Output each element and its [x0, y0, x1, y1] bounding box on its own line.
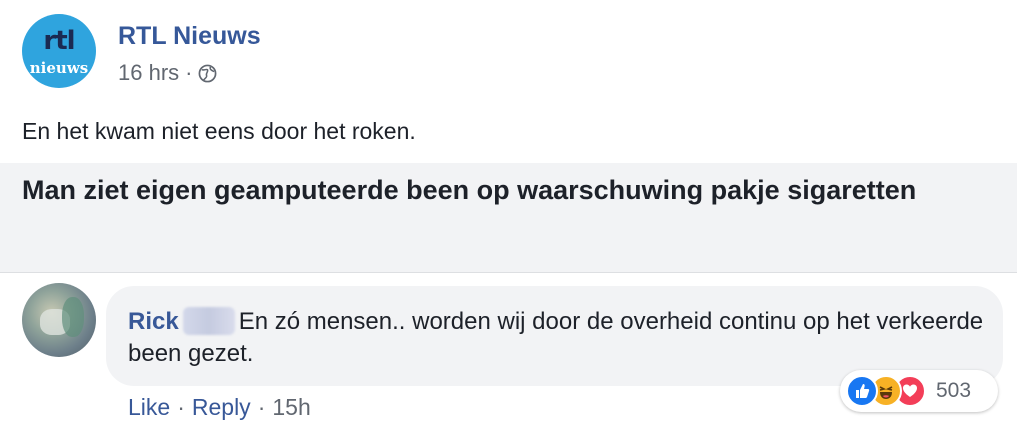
post-meta: 16 hrs · [118, 60, 217, 86]
comment-body: Rick En zó mensen.. worden wij door de ov… [128, 306, 988, 370]
action-separator: · [177, 394, 185, 420]
page-avatar[interactable]: rtl nieuws [22, 14, 96, 88]
reactions-summary[interactable]: 503 [840, 370, 998, 412]
link-preview-title[interactable]: Man ziet eigen geamputeerde been op waar… [22, 173, 982, 208]
globe-icon[interactable] [198, 64, 217, 83]
rtl-logo-text: rtl [43, 26, 75, 56]
action-separator: · [257, 394, 266, 420]
link-preview[interactable]: Man ziet eigen geamputeerde been op waar… [0, 163, 1017, 273]
post-text: En het kwam niet eens door het roken. [22, 118, 416, 144]
blurred-surname [182, 307, 235, 335]
commenter-avatar[interactable] [22, 283, 96, 357]
comment-text: En zó mensen.. worden wij door de overhe… [128, 308, 984, 367]
reaction-count[interactable]: 503 [936, 379, 971, 403]
reply-button[interactable]: Reply [192, 393, 251, 421]
meta-separator: · [185, 60, 193, 85]
post-timestamp[interactable]: 16 hrs [118, 60, 179, 86]
like-button[interactable]: Like [128, 393, 170, 421]
facebook-post: rtl nieuws RTL Nieuws 16 hrs · En het kw… [0, 0, 1017, 436]
comment-timestamp[interactable]: 15h [272, 393, 310, 421]
comment-actions: Like · Reply · 15h [128, 393, 311, 421]
page-name-link[interactable]: RTL Nieuws [118, 22, 261, 50]
comment-author-link[interactable]: Rick [128, 308, 179, 335]
nieuws-logo-text: nieuws [29, 59, 89, 77]
avatar-detail [62, 297, 84, 337]
like-icon [846, 375, 878, 407]
